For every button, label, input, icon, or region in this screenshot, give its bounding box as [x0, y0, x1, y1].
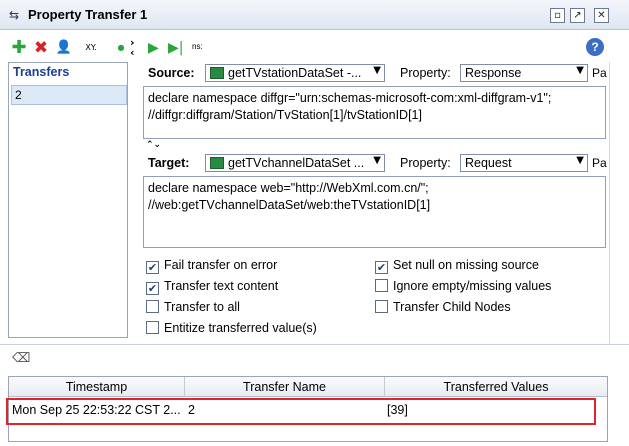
transfer-list-item[interactable]: 2 [11, 85, 127, 105]
target-pa-label: Pa [592, 156, 607, 170]
x-icon[interactable]: ✖ [32, 39, 50, 57]
user-icon[interactable]: 👤 [55, 39, 73, 57]
target-step-value: getTVchannelDataSet ... [228, 156, 365, 170]
set-null-label: Set null on missing source [393, 258, 539, 272]
transfer-toolbar: ▶ ▶| ns: ? [142, 36, 612, 60]
window-title: Property Transfer 1 [28, 7, 148, 22]
ignore-empty-label: Ignore empty/missing values [393, 279, 552, 293]
transfer-child-label: Transfer Child Nodes [393, 300, 511, 314]
target-property-select[interactable]: Request ▼ [460, 154, 588, 172]
entitize-label: Entitize transferred value(s) [164, 321, 317, 335]
chevron-down-icon: ▼ [373, 65, 381, 76]
right-panel-edge [609, 62, 619, 344]
chevron-down-icon: ▼ [373, 155, 381, 166]
transfer-child-option[interactable]: Transfer Child Nodes [375, 300, 511, 318]
transfers-header: Transfers [9, 63, 127, 83]
target-expression-line: //web:getTVchannelDataSet/web:theTVstati… [148, 198, 431, 212]
entitize-checkbox[interactable] [146, 321, 159, 334]
transfer-text-option[interactable]: ✔ Transfer text content [146, 279, 278, 297]
set-null-checkbox[interactable]: ✔ [375, 261, 388, 274]
transfer-all-label: Transfer to all [164, 300, 240, 314]
help-icon[interactable]: ? [586, 38, 604, 56]
xy-button[interactable]: XY. [78, 39, 104, 57]
panel-splitter[interactable]: › ‹ [129, 36, 141, 344]
source-expression-line: declare namespace diffgr="urn:schemas-mi… [148, 91, 552, 105]
target-step-select[interactable]: getTVchannelDataSet ... ▼ [205, 154, 385, 172]
source-property-value: Response [465, 66, 522, 80]
source-property-select[interactable]: Response ▼ [460, 64, 588, 82]
source-expression-editor[interactable]: declare namespace diffgr="urn:schemas-mi… [143, 86, 606, 139]
transfer-child-checkbox[interactable] [375, 300, 388, 313]
column-transferred-values[interactable]: Transferred Values [385, 377, 607, 397]
run-step-icon[interactable]: ▶| [168, 39, 184, 57]
ignore-empty-checkbox[interactable] [375, 279, 388, 292]
transfer-icon: ⇆ [8, 8, 20, 22]
chevron-down-icon: ▼ [576, 65, 584, 76]
highlight-annotation [6, 398, 596, 425]
transfers-toolbar: ✚ ✖ 👤 XY. ● [6, 36, 136, 60]
transfer-text-label: Transfer text content [164, 279, 279, 293]
run-icon[interactable]: ▶ [148, 39, 164, 57]
column-transfer-name[interactable]: Transfer Name [185, 377, 385, 397]
transfers-list: Transfers 2 [8, 62, 128, 338]
restore-icon[interactable]: ▫ [550, 8, 565, 23]
detach-icon[interactable]: ↗ [570, 8, 585, 23]
title-bar: ⇆ Property Transfer 1 ▫ ↗ ✕ [0, 0, 629, 30]
plus-icon[interactable]: ✚ [10, 39, 28, 57]
source-step-value: getTVstationDataSet -... [228, 66, 362, 80]
fail-transfer-label: Fail transfer on error [164, 258, 278, 272]
source-label: Source: [148, 66, 195, 80]
target-label: Target: [148, 156, 190, 170]
source-step-select[interactable]: getTVstationDataSet -... ▼ [205, 64, 385, 82]
resize-handle-icon[interactable]: ⌃⌄ [146, 140, 161, 150]
source-pa-label: Pa [592, 66, 607, 80]
log-divider [0, 344, 629, 345]
source-property-label: Property: [400, 66, 451, 80]
target-property-value: Request [465, 156, 512, 170]
dataset-icon [210, 157, 224, 169]
chevron-down-icon: ▼ [576, 155, 584, 166]
entitize-option[interactable]: Entitize transferred value(s) [146, 321, 317, 339]
transfer-all-option[interactable]: Transfer to all [146, 300, 240, 318]
target-expression-line: declare namespace web="http://WebXml.com… [148, 181, 429, 195]
ignore-empty-option[interactable]: Ignore empty/missing values [375, 279, 551, 297]
namespace-button[interactable]: ns: [192, 42, 203, 51]
transfer-text-checkbox[interactable]: ✔ [146, 282, 159, 295]
dataset-icon [210, 67, 224, 79]
status-dot-icon: ● [117, 43, 125, 52]
eraser-icon[interactable]: ⌫ [12, 351, 30, 366]
transfer-all-checkbox[interactable] [146, 300, 159, 313]
column-timestamp[interactable]: Timestamp [9, 377, 185, 397]
set-null-option[interactable]: ✔ Set null on missing source [375, 258, 539, 276]
fail-transfer-checkbox[interactable]: ✔ [146, 261, 159, 274]
source-expression-line: //diffgr:diffgram/Station/TvStation[1]/t… [148, 108, 422, 122]
log-table-header: Timestamp Transfer Name Transferred Valu… [9, 377, 607, 397]
chevron-left-icon: ‹ [130, 46, 135, 59]
close-icon[interactable]: ✕ [594, 8, 609, 23]
fail-transfer-option[interactable]: ✔ Fail transfer on error [146, 258, 277, 276]
target-property-label: Property: [400, 156, 451, 170]
target-expression-editor[interactable]: declare namespace web="http://WebXml.com… [143, 176, 606, 248]
